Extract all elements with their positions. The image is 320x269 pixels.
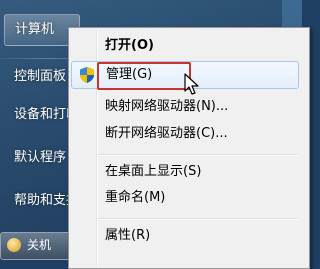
highlight-annotation-box — [97, 62, 191, 90]
menu-item-label: 属性(R) — [105, 228, 151, 243]
context-menu: 打开(O) 管理(G) 映射网络驱动器(N)... 断开网络驱动器(C)... … — [68, 27, 310, 269]
menu-item-open[interactable]: 打开(O) — [71, 33, 301, 59]
menu-item-label: 映射网络驱动器(N)... — [105, 99, 229, 114]
menu-item-label: 重命名(M) — [105, 190, 166, 205]
menu-item-disconnect-network-drive[interactable]: 断开网络驱动器(C)... — [71, 121, 301, 147]
start-item-label: 控制面板 — [14, 69, 67, 84]
menu-separator — [99, 218, 299, 220]
shutdown-lock-icon — [7, 238, 21, 252]
shutdown-label: 关机 — [27, 238, 52, 252]
start-item-label: 默认程序 — [14, 150, 67, 165]
menu-item-label: 在桌面上显示(S) — [105, 164, 202, 179]
menu-separator — [99, 154, 299, 156]
menu-item-properties[interactable]: 属性(R) — [71, 223, 301, 249]
menu-item-label: 断开网络驱动器(C)... — [105, 126, 228, 141]
menu-item-label: 打开(O) — [105, 38, 154, 53]
uac-shield-icon — [80, 67, 94, 83]
menu-item-map-network-drive[interactable]: 映射网络驱动器(N)... — [71, 94, 301, 120]
mouse-cursor-icon — [184, 73, 199, 95]
menu-item-rename[interactable]: 重命名(M) — [71, 185, 301, 211]
start-item-label: 计算机 — [15, 22, 55, 37]
menu-item-show-on-desktop[interactable]: 在桌面上显示(S) — [71, 159, 301, 185]
